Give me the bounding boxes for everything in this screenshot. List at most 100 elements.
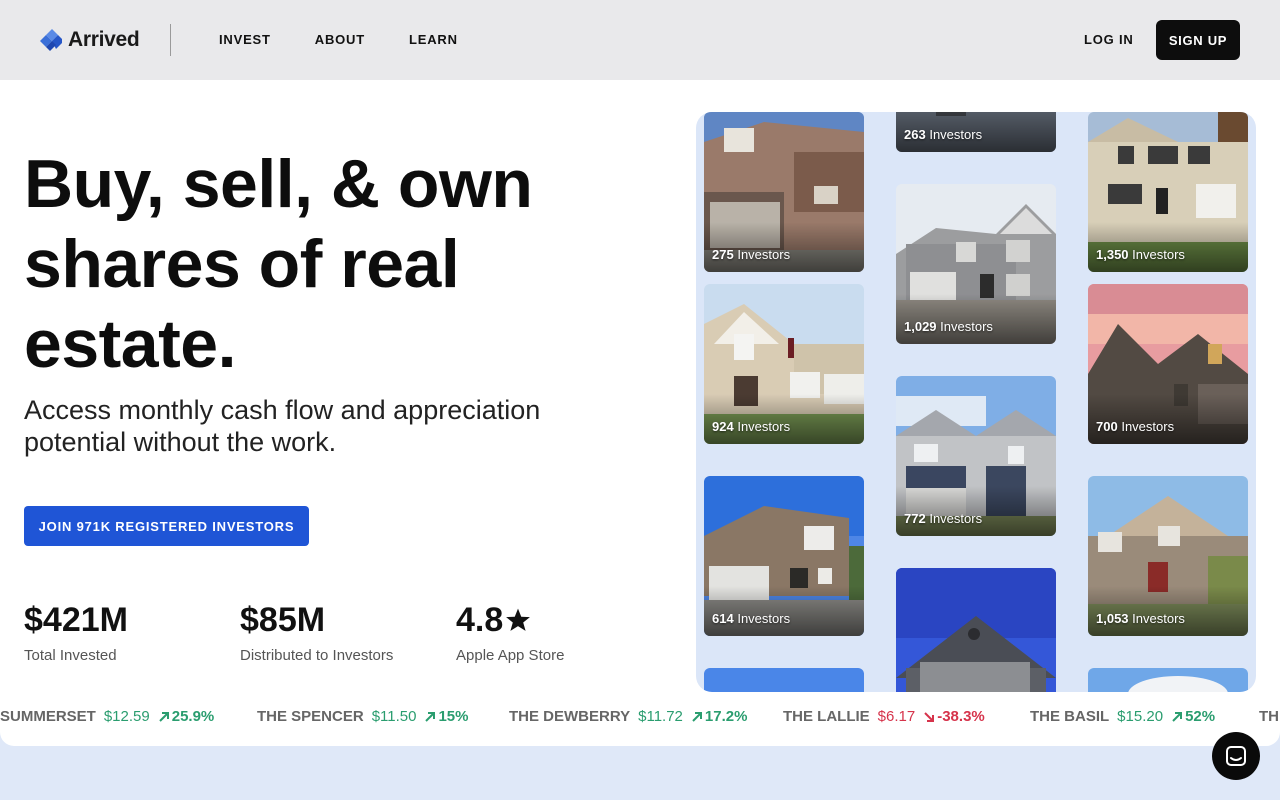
nav-divider xyxy=(170,24,171,56)
ticker-name: THE BASIL xyxy=(1030,708,1110,725)
hero-section: Buy, sell, & own shares of real estate. … xyxy=(0,80,1280,746)
property-card[interactable]: 700 Investors xyxy=(1088,284,1248,444)
count: 614 xyxy=(712,611,734,626)
count-label: Investors xyxy=(929,127,983,142)
count: 1,053 xyxy=(1096,611,1129,626)
ticker-item[interactable]: THE SPENCER $11.50 15% xyxy=(257,708,468,725)
ticker-item[interactable]: THE BASIL $15.20 52% xyxy=(1030,708,1215,725)
arrow-down-right-icon xyxy=(924,711,935,722)
stat-value: 4.8 xyxy=(456,598,564,642)
stat-distributed: $85M Distributed to Investors xyxy=(240,598,393,664)
ticker-change: 52% xyxy=(1171,708,1215,725)
brand-logo[interactable]: Arrived xyxy=(38,28,140,52)
chat-launcher-button[interactable] xyxy=(1212,732,1260,780)
count: 275 xyxy=(712,247,734,262)
stat-value: $421M xyxy=(24,601,128,639)
ticker-name: SUMMERSET xyxy=(0,708,96,725)
ticker-item[interactable]: TH xyxy=(1259,708,1279,725)
count: 263 xyxy=(904,127,926,142)
count-label: Investors xyxy=(737,419,791,434)
house-photo-icon xyxy=(704,668,864,692)
nav-learn[interactable]: LEARN xyxy=(409,32,458,47)
nav-about[interactable]: ABOUT xyxy=(315,32,365,47)
count-label: Investors xyxy=(1132,247,1185,262)
property-card[interactable]: 275 Investors xyxy=(704,112,864,272)
investor-count: 1,029 Investors xyxy=(904,319,993,334)
stat-label: Distributed to Investors xyxy=(240,647,394,664)
investor-count: 1,350 Investors xyxy=(1096,247,1185,262)
ticker-price: $12.59 xyxy=(103,708,150,725)
ticker-price: $15.20 xyxy=(1117,708,1164,725)
ticker-item[interactable]: SUMMERSET $12.59 25.9% xyxy=(0,708,214,725)
property-card[interactable]: 263 Investors xyxy=(896,112,1056,152)
arrow-up-right-icon xyxy=(692,711,702,722)
count-label: Investors xyxy=(1121,419,1175,434)
login-link[interactable]: LOG IN xyxy=(1084,32,1134,47)
investor-count: 275 Investors xyxy=(712,247,790,262)
count-label: Investors xyxy=(929,511,983,526)
change-value: -38.3% xyxy=(937,708,985,725)
property-card-partial[interactable] xyxy=(704,668,864,692)
ticker-price: $11.72 xyxy=(638,708,683,725)
change-value: 52% xyxy=(1185,708,1216,725)
ticker-change: 17.2% xyxy=(691,708,747,725)
ticker-change: 25.9% xyxy=(158,708,215,725)
stat-total-invested: $421M Total Invested xyxy=(24,598,128,664)
arrow-up-right-icon xyxy=(1172,711,1183,722)
ticker-name: THE SPENCER xyxy=(257,708,364,725)
investor-count: 614 Investors xyxy=(712,611,790,626)
ticker-item[interactable]: THE LALLIE $6.17 -38.3% xyxy=(783,708,985,725)
nav-invest[interactable]: INVEST xyxy=(219,32,271,47)
house-photo-icon xyxy=(1088,668,1248,692)
property-card[interactable]: 1,053 Investors xyxy=(1088,476,1248,636)
count-label: Investors xyxy=(737,611,791,626)
investor-count: 263 Investors xyxy=(904,127,982,142)
hero-headline: Buy, sell, & own shares of real estate. xyxy=(24,146,533,382)
property-card[interactable]: 772 Investors xyxy=(896,376,1056,536)
ticker-name: TH xyxy=(1259,708,1279,725)
count-label: Investors xyxy=(737,247,791,262)
price-ticker: SUMMERSET $12.59 25.9% THE SPENCER $11.5… xyxy=(0,708,1280,728)
signup-button[interactable]: SIGN UP xyxy=(1156,20,1240,60)
arrow-up-right-icon xyxy=(159,711,169,722)
stat-value: $85M xyxy=(240,601,326,639)
stat-label: Total Invested xyxy=(24,647,117,664)
investor-count: 1,053 Investors xyxy=(1096,611,1185,626)
property-card-partial[interactable] xyxy=(896,568,1056,692)
arrived-logo-icon xyxy=(40,29,62,51)
star-icon xyxy=(506,608,531,631)
chat-icon xyxy=(1226,746,1246,766)
count: 772 xyxy=(904,511,926,526)
main-nav: INVEST ABOUT LEARN xyxy=(219,32,502,47)
property-card[interactable]: 1,350 Investors xyxy=(1088,112,1248,272)
property-card[interactable]: 924 Investors xyxy=(704,284,864,444)
join-investors-button[interactable]: JOIN 971K REGISTERED INVESTORS xyxy=(24,506,309,546)
ticker-price: $11.50 xyxy=(371,708,417,725)
change-value: 15% xyxy=(438,708,469,725)
ticker-name: THE DEWBERRY xyxy=(509,708,631,725)
ticker-name: THE LALLIE xyxy=(783,708,870,725)
investor-count: 772 Investors xyxy=(904,511,982,526)
ticker-change: 15% xyxy=(424,708,468,725)
investor-count: 700 Investors xyxy=(1096,419,1174,434)
property-card-partial[interactable] xyxy=(1088,668,1248,692)
property-card[interactable]: 614 Investors xyxy=(704,476,864,636)
rating-value: 4.8 xyxy=(456,601,504,639)
count-label: Investors xyxy=(1132,611,1185,626)
arrow-up-right-icon xyxy=(425,711,436,722)
change-value: 25.9% xyxy=(171,708,215,725)
stat-app-rating: 4.8 Apple App Store xyxy=(456,598,564,664)
count: 924 xyxy=(712,419,734,434)
investor-count: 924 Investors xyxy=(712,419,790,434)
count: 1,350 xyxy=(1096,247,1129,262)
ticker-price: $6.17 xyxy=(877,708,916,725)
property-grid: 275 Investors 924 Investors 614 Investor… xyxy=(696,112,1256,692)
count-label: Investors xyxy=(940,319,993,334)
site-header: Arrived INVEST ABOUT LEARN LOG IN SIGN U… xyxy=(0,0,1280,80)
count: 1,029 xyxy=(904,319,937,334)
property-card[interactable]: 1,029 Investors xyxy=(896,184,1056,344)
stat-label: Apple App Store xyxy=(456,647,565,664)
ticker-item[interactable]: THE DEWBERRY $11.72 17.2% xyxy=(509,708,747,725)
count: 700 xyxy=(1096,419,1118,434)
hero-subhead: Access monthly cash flow and appreciatio… xyxy=(24,395,541,457)
